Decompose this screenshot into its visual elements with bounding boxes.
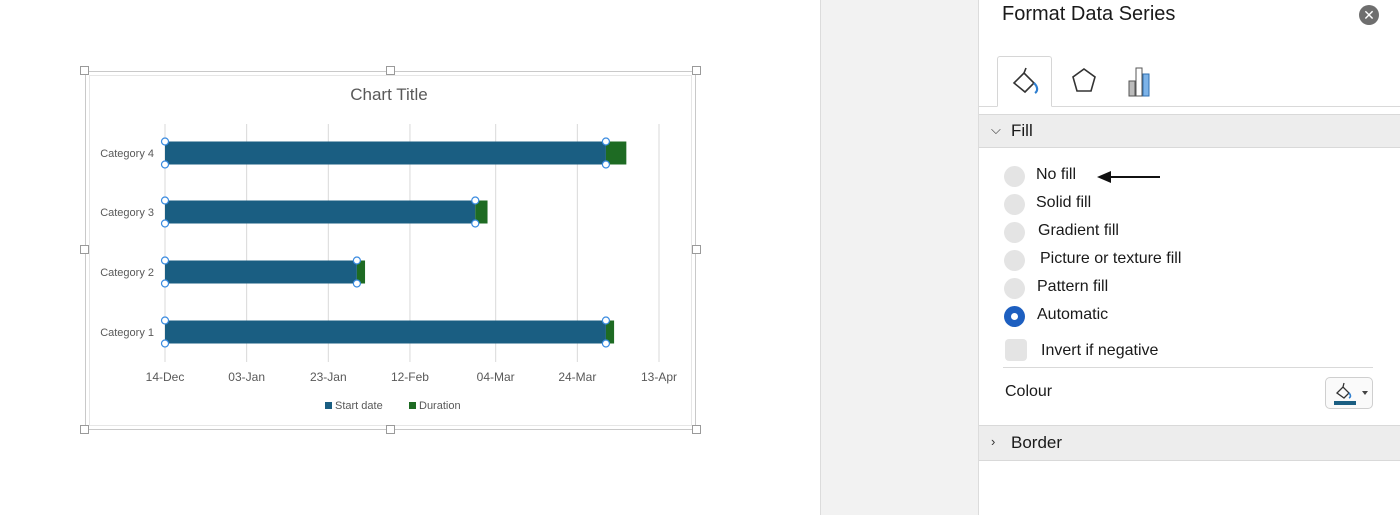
option-label: No fill (1036, 166, 1077, 183)
category-label: Category 4 (100, 148, 154, 160)
category-label: Category 1 (100, 327, 154, 339)
bar-start-date[interactable] (165, 260, 357, 284)
gantt-chart[interactable]: Chart Title Category 4 Category 3 Category… (0, 0, 820, 515)
option-label: Gradient fill (1038, 222, 1119, 239)
selection-handle[interactable] (601, 316, 611, 325)
checkbox-label: Invert if negative (1041, 342, 1159, 359)
chevron-down-icon: ⌵ (991, 122, 1001, 137)
border-section-header[interactable]: › Border (979, 425, 1400, 461)
option-label: Pattern fill (1037, 278, 1109, 295)
tab-effects[interactable] (1057, 56, 1112, 106)
bar-start-date[interactable] (165, 320, 606, 344)
selection-handle[interactable] (160, 219, 170, 228)
format-data-series-pane: Format Data Series ✕ ⌵ Fill No fill Soli… (979, 0, 1400, 515)
invert-if-negative-checkbox[interactable]: Invert if negative (1005, 339, 1255, 363)
radio-pattern-fill[interactable]: Pattern fill (1004, 277, 1254, 301)
radio-button[interactable] (1004, 278, 1025, 299)
legend-label: Start date (335, 400, 383, 412)
chevron-down-icon (1362, 391, 1368, 395)
x-tick-label: 24-Mar (558, 370, 596, 384)
section-divider (1003, 367, 1373, 368)
bar-duration[interactable] (605, 141, 627, 165)
panel-title: Format Data Series (1002, 3, 1176, 25)
checkbox[interactable] (1005, 339, 1027, 361)
selection-handle[interactable] (352, 256, 361, 265)
selection-handle[interactable] (160, 339, 170, 348)
selection-handle[interactable] (471, 196, 480, 205)
selection-handle[interactable] (601, 137, 611, 146)
radio-button[interactable] (1004, 166, 1025, 187)
x-tick-label: 12-Feb (391, 370, 429, 384)
category-label: Category 3 (100, 207, 154, 219)
selection-handle[interactable] (601, 160, 611, 169)
fill-section-label: Fill (1011, 121, 1033, 140)
colour-picker-button[interactable] (1325, 377, 1373, 409)
document-canvas: Chart Title Category 4 Category 3 Category… (0, 0, 820, 515)
legend-label: Duration (419, 400, 461, 412)
radio-button-selected[interactable] (1004, 306, 1025, 327)
option-label: Automatic (1037, 306, 1109, 323)
colour-label: Colour (1005, 383, 1053, 400)
x-tick-label: 14-Dec (146, 370, 185, 384)
bar-start-date[interactable] (165, 141, 606, 165)
panel-tabs (979, 56, 1400, 107)
selection-handle[interactable] (160, 137, 170, 146)
selection-handle[interactable] (160, 279, 170, 288)
radio-solid-fill[interactable]: Solid fill (1004, 193, 1254, 217)
arrow-left-icon (1097, 171, 1160, 183)
category-label: Category 2 (100, 267, 154, 279)
selection-handle[interactable] (471, 219, 480, 228)
x-tick-label: 03-Jan (228, 370, 265, 384)
radio-gradient-fill[interactable]: Gradient fill (1004, 221, 1254, 245)
chart-title[interactable]: Chart Title (350, 85, 427, 104)
option-label: Picture or texture fill (1040, 250, 1182, 267)
selection-handle[interactable] (160, 196, 170, 205)
x-tick-label: 04-Mar (477, 370, 515, 384)
close-icon[interactable]: ✕ (1359, 5, 1379, 25)
selection-handle[interactable] (601, 339, 611, 348)
border-section-label: Border (1011, 433, 1063, 452)
workspace-gutter (820, 0, 979, 515)
legend-swatch (409, 402, 416, 409)
legend-swatch (325, 402, 332, 409)
selection-handle[interactable] (160, 160, 170, 169)
series-options-icon (1128, 67, 1150, 97)
radio-button[interactable] (1004, 250, 1025, 271)
tab-series-options[interactable] (1113, 56, 1168, 106)
bar-start-date[interactable] (165, 200, 476, 224)
option-label: Solid fill (1036, 194, 1092, 211)
tab-fill-line[interactable] (997, 56, 1052, 107)
radio-picture-texture-fill[interactable]: Picture or texture fill (1004, 249, 1254, 273)
radio-automatic[interactable]: Automatic (1004, 305, 1254, 329)
selection-handle[interactable] (352, 279, 361, 288)
selection-handle[interactable] (160, 256, 170, 265)
selection-handle[interactable] (160, 316, 170, 325)
radio-button[interactable] (1004, 194, 1025, 215)
radio-button[interactable] (1004, 222, 1025, 243)
chevron-right-icon: › (991, 434, 996, 449)
x-tick-label: 23-Jan (310, 370, 347, 384)
paint-bucket-icon (1334, 382, 1368, 405)
fill-section-header[interactable]: ⌵ Fill (979, 114, 1400, 148)
fill-line-icon (1012, 67, 1039, 94)
effects-pentagon-icon (1072, 68, 1096, 92)
x-tick-label: 13-Apr (641, 370, 677, 384)
